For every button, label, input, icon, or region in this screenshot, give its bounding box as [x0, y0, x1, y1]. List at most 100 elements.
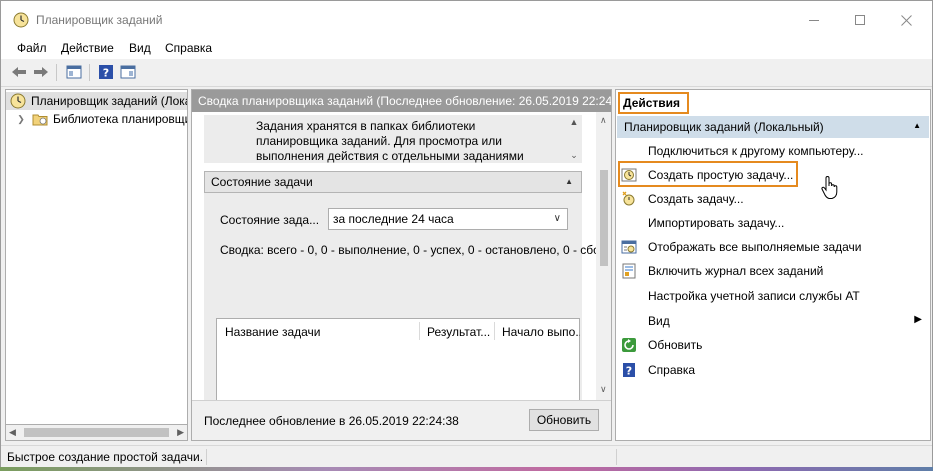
action-label: Справка — [648, 363, 696, 377]
log-icon — [622, 263, 636, 279]
description-box: Задания хранятся в папках библиотеки пла… — [204, 115, 582, 163]
action-view[interactable]: Вид ▶ — [616, 309, 930, 333]
menu-help[interactable]: Справка — [165, 41, 212, 55]
action-create-task[interactable]: Создать задачу... — [616, 187, 930, 211]
status-divider — [206, 449, 207, 465]
arrow-left-icon — [12, 67, 26, 77]
action-label: Включить журнал всех заданий — [648, 264, 824, 278]
minimize-button[interactable] — [791, 1, 837, 39]
action-refresh[interactable]: Обновить — [616, 333, 930, 357]
toolbar-separator — [89, 64, 90, 81]
status-period-select[interactable]: за последние 24 часа ∨ — [328, 208, 568, 230]
action-connect-computer[interactable]: Подключиться к другому компьютеру... — [616, 139, 930, 163]
scrollbar-thumb[interactable] — [24, 428, 169, 437]
submenu-arrow-icon: ▶ — [914, 314, 922, 325]
close-icon — [900, 14, 912, 26]
console-tree: Планировщик заданий (Локальный) ❯ Библио… — [5, 89, 188, 441]
actions-group-header[interactable]: Планировщик заданий (Локальный) ▲ — [617, 116, 929, 138]
action-label: Вид — [648, 314, 670, 328]
status-period-value: за последние 24 часа — [333, 212, 454, 226]
summary-footer: Последнее обновление в 26.05.2019 22:24:… — [192, 400, 611, 440]
status-filter-label: Состояние зада... — [220, 213, 320, 227]
action-label: Обновить — [648, 338, 703, 352]
status-summary: Сводка: всего - 0, 0 - выполнение, 0 - у… — [220, 243, 607, 257]
action-help[interactable]: ? Справка — [616, 358, 930, 382]
task-scheduler-window: Планировщик заданий Файл Действие Вид Сп… — [0, 0, 933, 467]
menu-view[interactable]: Вид — [129, 41, 151, 55]
action-at-service-account[interactable]: Настройка учетной записи службы AT — [616, 284, 930, 308]
console-tree-icon — [66, 65, 82, 79]
refresh-icon — [622, 338, 636, 352]
clock-icon — [13, 12, 29, 28]
tree-item-root-label: Планировщик заданий (Локальный) — [31, 94, 187, 108]
column-header-task-name[interactable]: Название задачи — [217, 319, 419, 343]
column-header-result[interactable]: Результат... — [419, 319, 495, 343]
scroll-down-icon[interactable]: ⌄ — [570, 150, 578, 161]
show-action-pane-button[interactable] — [119, 63, 137, 81]
action-label: Отображать все выполняемые задачи — [648, 240, 862, 254]
summary-pane: Сводка планировщика заданий (Последнее о… — [191, 89, 612, 441]
description-scrollbar[interactable]: ▲ ⌄ — [569, 117, 579, 161]
action-enable-history[interactable]: Включить журнал всех заданий — [616, 259, 930, 283]
refresh-button[interactable]: Обновить — [529, 409, 599, 431]
menu-file[interactable]: Файл — [17, 41, 47, 55]
expand-arrow-icon[interactable]: ❯ — [16, 114, 26, 125]
highlight-annotation — [618, 161, 798, 187]
chevron-down-icon: ∨ — [553, 213, 561, 224]
scroll-up-icon[interactable]: ∧ — [600, 115, 607, 126]
actions-pane: Действия Планировщик заданий (Локальный)… — [615, 89, 931, 441]
scrollbar-thumb[interactable] — [600, 170, 608, 266]
scroll-right-icon[interactable]: ▶ — [177, 427, 184, 438]
action-display-running-tasks[interactable]: Отображать все выполняемые задачи — [616, 235, 930, 259]
clock-icon — [10, 93, 26, 109]
tree-item-library[interactable]: ❯ Библиотека планировщика заданий — [6, 110, 187, 128]
action-label: Импортировать задачу... — [648, 216, 785, 230]
status-divider — [616, 449, 617, 465]
collapse-icon[interactable]: ▲ — [565, 177, 573, 186]
scroll-left-icon[interactable]: ◀ — [9, 427, 16, 438]
summary-header: Сводка планировщика заданий (Последнее о… — [192, 90, 611, 112]
tree-item-library-label: Библиотека планировщика заданий — [53, 112, 187, 126]
last-update-text: Последнее обновление в 26.05.2019 22:24:… — [204, 414, 459, 428]
action-label: Подключиться к другому компьютеру... — [648, 144, 864, 158]
status-bar-text: Быстрое создание простой задачи. — [7, 450, 204, 464]
task-status-title: Состояние задачи — [211, 175, 313, 189]
tree-horizontal-scrollbar[interactable]: ◀ ▶ — [5, 424, 188, 441]
actions-title: Действия — [618, 92, 689, 114]
forward-button[interactable] — [32, 63, 50, 81]
scroll-down-icon[interactable]: ∨ — [600, 384, 607, 395]
svg-text:?: ? — [626, 365, 632, 378]
action-import-task[interactable]: Импортировать задачу... — [616, 211, 930, 235]
arrow-right-icon — [34, 67, 48, 77]
tree-item-root[interactable]: Планировщик заданий (Локальный) — [6, 92, 187, 110]
help-toolbar-button[interactable]: ? — [97, 63, 115, 81]
show-console-tree-button[interactable] — [65, 63, 83, 81]
menu-action[interactable]: Действие — [61, 41, 114, 55]
task-status-section-header[interactable]: Состояние задачи ▲ — [204, 171, 582, 193]
menu-bar: Файл Действие Вид Справка — [1, 39, 932, 59]
summary-vertical-scrollbar[interactable]: ∧ ∨ — [596, 112, 611, 400]
title-bar: Планировщик заданий — [1, 1, 932, 39]
back-button[interactable] — [10, 63, 28, 81]
action-label: Настройка учетной записи службы AT — [648, 289, 860, 303]
svg-text:?: ? — [103, 67, 109, 80]
description-text: Задания хранятся в папках библиотеки пла… — [256, 119, 524, 163]
maximize-icon — [855, 15, 865, 25]
action-pane-icon — [120, 65, 136, 79]
close-button[interactable] — [883, 1, 929, 39]
window-title: Планировщик заданий — [36, 13, 163, 27]
status-bar: Быстрое создание простой задачи. — [1, 445, 932, 467]
running-tasks-icon — [621, 240, 637, 254]
summary-content: Задания хранятся в папках библиотеки пла… — [192, 112, 607, 418]
column-header-start[interactable]: Начало выпо... — [494, 319, 580, 343]
collapse-icon[interactable]: ▲ — [913, 121, 921, 130]
toolbar-separator — [56, 64, 57, 81]
maximize-button[interactable] — [837, 1, 883, 39]
hand-cursor-icon — [821, 176, 838, 199]
folder-icon — [32, 114, 48, 126]
help-icon: ? — [623, 363, 635, 378]
action-label: Создать задачу... — [648, 192, 744, 206]
task-status-section: Состояние зада... за последние 24 часа ∨… — [204, 193, 607, 418]
scroll-up-icon[interactable]: ▲ — [570, 117, 579, 127]
desktop-background — [0, 467, 933, 471]
